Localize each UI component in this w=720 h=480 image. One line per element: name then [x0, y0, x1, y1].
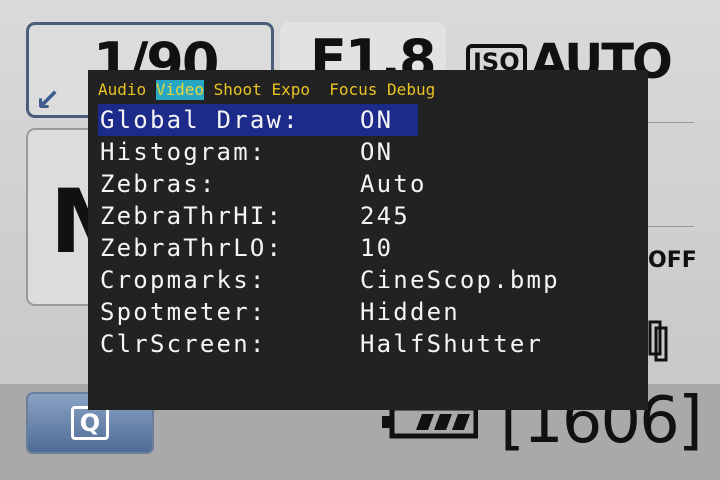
flash-off-label: OFF: [648, 248, 697, 273]
tab-expo[interactable]: Expo: [271, 80, 310, 100]
menu-item-value: HalfShutter: [360, 330, 544, 358]
menu-item-value: 10: [360, 234, 394, 262]
drive-mode-icon: [648, 320, 668, 362]
tab-video[interactable]: Video: [155, 80, 204, 100]
menu-item-label: ZebraThrHI:: [100, 202, 284, 230]
menu-item-label: Spotmeter:: [100, 298, 267, 326]
exposure-comp-icon: ↙: [35, 83, 61, 118]
menu-item-label: Cropmarks:: [100, 266, 267, 294]
tab-focus[interactable]: Focus: [329, 80, 377, 100]
menu-item-cropmarks[interactable]: Cropmarks: CineScop.bmp: [98, 264, 638, 296]
menu-item-clr-screen[interactable]: ClrScreen: HalfShutter: [98, 328, 638, 360]
menu-item-label: ZebraThrLO:: [100, 234, 284, 262]
menu-item-value: Auto: [360, 170, 427, 198]
menu-item-zebra-thr-hi[interactable]: ZebraThrHI: 245: [98, 200, 638, 232]
menu-item-global-draw[interactable]: Global Draw: ON: [98, 104, 638, 136]
menu-items: Global Draw: ON Histogram: ON Zebras: Au…: [98, 104, 638, 360]
menu-item-value: Hidden: [360, 298, 460, 326]
menu-item-spotmeter[interactable]: Spotmeter: Hidden: [98, 296, 638, 328]
flash-off-icon: OFF: [648, 248, 697, 273]
overlay-menu: Audio Video Shoot Expo Focus Debug Globa…: [88, 70, 648, 410]
menu-item-label: Global Draw:: [100, 106, 300, 134]
tab-debug[interactable]: Debug: [387, 80, 435, 100]
menu-tabs: Audio Video Shoot Expo Focus Debug: [98, 80, 435, 100]
menu-item-value: ON: [360, 138, 394, 166]
tab-audio[interactable]: Audio: [98, 80, 146, 100]
menu-item-zebra-thr-lo[interactable]: ZebraThrLO: 10: [98, 232, 638, 264]
menu-item-label: Histogram:: [100, 138, 267, 166]
menu-item-histogram[interactable]: Histogram: ON: [98, 136, 638, 168]
menu-item-value: ON: [360, 106, 394, 134]
tab-shoot[interactable]: Shoot: [214, 80, 262, 100]
menu-item-label: ClrScreen:: [100, 330, 267, 358]
menu-item-value: CineScop.bmp: [360, 266, 560, 294]
divider: [646, 122, 694, 123]
menu-item-value: 245: [360, 202, 410, 230]
menu-item-label: Zebras:: [100, 170, 217, 198]
menu-item-zebras[interactable]: Zebras: Auto: [98, 168, 638, 200]
divider: [646, 226, 694, 227]
